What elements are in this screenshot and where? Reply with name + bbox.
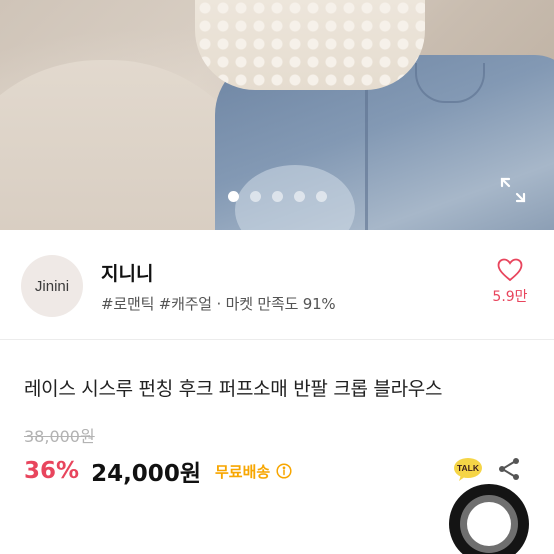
expand-icon[interactable] — [499, 176, 527, 204]
gallery-dot[interactable] — [271, 191, 283, 202]
share-icon[interactable] — [496, 456, 522, 482]
gallery-dot[interactable] — [315, 191, 327, 202]
original-price: 38,000원 — [24, 427, 95, 446]
gallery-indicator — [0, 191, 554, 202]
price-row: 36% 24,000원 무료배송 — [24, 455, 292, 487]
image-jeans-pocket — [415, 63, 485, 103]
sale-price: 24,000원 — [91, 461, 201, 487]
shop-name[interactable]: 지니니 — [101, 259, 153, 286]
discount-rate: 36% — [24, 458, 80, 484]
talk-label: TALK — [457, 463, 480, 473]
gallery-dot[interactable] — [249, 191, 261, 202]
info-icon[interactable] — [276, 463, 292, 479]
shipping-badge: 무료배송 — [214, 462, 271, 481]
floating-button-center — [467, 502, 511, 546]
heart-icon — [497, 258, 523, 282]
shop-info[interactable]: Jinini 지니니 #로맨틱 #캐주얼 · 마켓 만족도 91% 5.9만 — [0, 230, 554, 340]
product-title: 레이스 시스루 펀칭 후크 퍼프소매 반팔 크롭 블라우스 — [24, 378, 443, 400]
like-count: 5.9만 — [492, 289, 528, 305]
gallery-dot[interactable] — [293, 191, 305, 202]
gallery-dot[interactable] — [227, 191, 239, 202]
shop-avatar[interactable]: Jinini — [21, 255, 83, 317]
shop-tags: #로맨틱 #캐주얼 · 마켓 만족도 91% — [101, 295, 336, 313]
kakao-talk-icon[interactable]: TALK — [453, 457, 483, 483]
like-button[interactable]: 5.9만 — [478, 258, 542, 306]
image-lace-top — [195, 0, 425, 90]
floating-button[interactable] — [449, 484, 529, 554]
